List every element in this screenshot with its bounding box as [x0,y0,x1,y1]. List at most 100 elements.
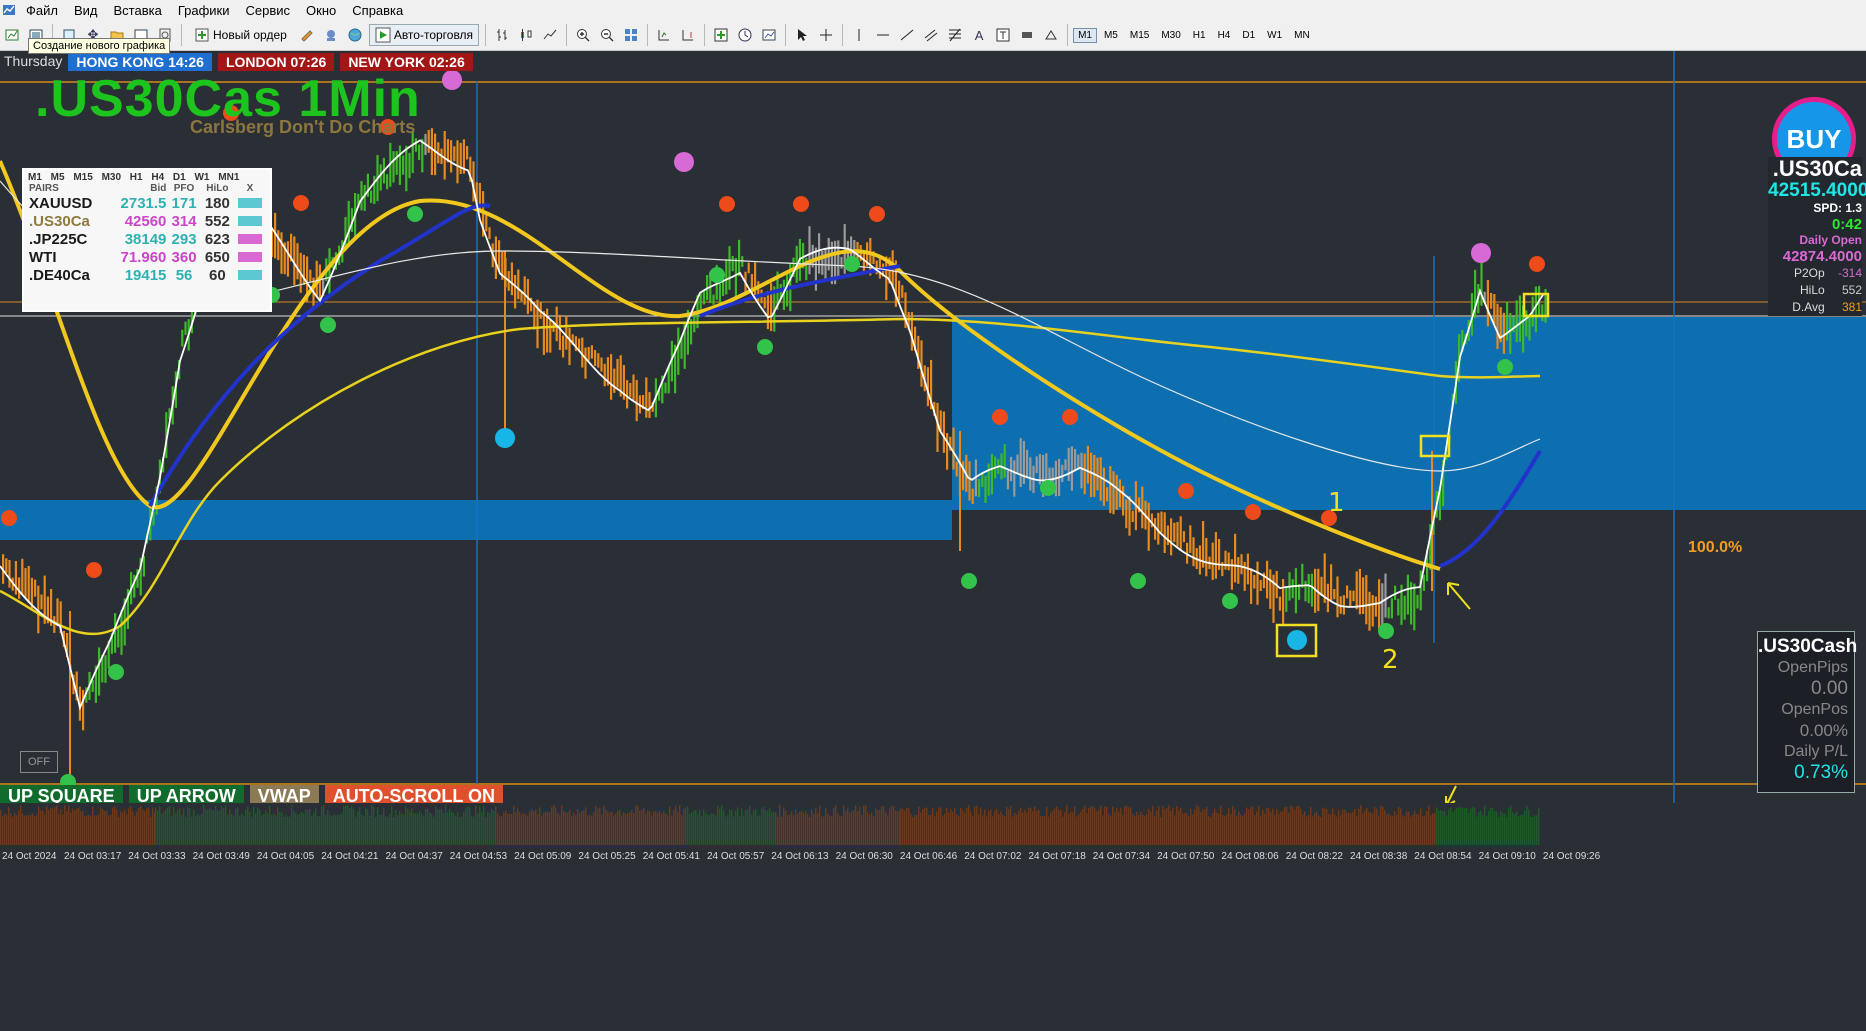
menu-file[interactable]: Файл [18,3,66,18]
auto-scroll-icon[interactable] [677,24,699,46]
arrows-icon[interactable] [1016,24,1038,46]
menu-insert[interactable]: Вставка [106,3,170,18]
pair-pfo: 171 [171,195,197,212]
momentum-bar [263,813,265,845]
momentum-bar [873,816,875,845]
signals-icon[interactable] [320,24,342,46]
chart-shift-icon[interactable] [653,24,675,46]
timeframe-m15[interactable]: M15 [1125,28,1154,43]
price-bar [984,475,987,503]
price-bar [1214,532,1217,579]
price-bar [1170,518,1173,556]
momentum-bar [46,805,48,845]
momentum-bar [1086,813,1088,846]
position-symbol: .US30Cash [1758,636,1858,657]
off-button[interactable]: OFF [20,751,58,773]
momentum-bar [1330,814,1332,846]
price-bar [1259,579,1262,591]
menu-view[interactable]: Вид [66,3,106,18]
price-bar [1179,516,1182,552]
price-bar [1515,300,1518,343]
price-bar [1102,467,1105,506]
menu-charts[interactable]: Графики [170,3,238,18]
text-label-icon[interactable] [992,24,1014,46]
momentum-bar [1502,813,1504,845]
momentum-bar [102,809,104,846]
timeframe-d1[interactable]: D1 [1237,28,1260,43]
vertical-line-icon[interactable] [848,24,870,46]
momentum-bar [1384,810,1386,846]
momentum-bar [1248,809,1250,846]
globe-icon[interactable] [344,24,366,46]
bar-chart-icon[interactable] [491,24,513,46]
momentum-bar [1118,811,1120,846]
line-chart-icon[interactable] [539,24,561,46]
crosshair-icon[interactable] [815,24,837,46]
tile-windows-icon[interactable] [620,24,642,46]
momentum-bar [1340,815,1342,846]
timeframe-w1[interactable]: W1 [1262,28,1287,43]
pair-signal-swatch [234,249,266,267]
momentum-bar [1000,811,1002,846]
text-icon[interactable]: A [968,24,990,46]
price-bar [363,184,366,211]
momentum-bar [1270,812,1272,845]
momentum-bar [992,816,994,845]
zoom-in-icon[interactable] [572,24,594,46]
templates-icon[interactable] [758,24,780,46]
time-label: 24 Oct 08:54 [1414,851,1472,862]
trendline-icon[interactable] [896,24,918,46]
new-order-button[interactable]: Новый ордер [188,24,293,46]
momentum-bar [1308,814,1310,845]
momentum-bar [401,813,403,845]
momentum-bar [48,809,50,846]
price-bar [955,461,958,477]
horizontal-line-icon[interactable] [872,24,894,46]
timeframe-mn[interactable]: MN [1289,28,1315,43]
auto-trading-button[interactable]: Авто-торговля [368,24,480,46]
price-chart[interactable]: 1 2 Thursday HONG KONG 14:26 LONDON 07:2… [0,51,1866,1031]
momentum-bar [1382,806,1384,845]
price-bar [757,281,760,302]
metaeditor-icon[interactable] [296,24,318,46]
momentum-bar [1134,815,1136,845]
fibonacci-icon[interactable] [944,24,966,46]
time-label: 24 Oct 06:30 [835,851,893,862]
momentum-bar [1306,816,1308,846]
timeframe-m1[interactable]: M1 [1073,27,1097,43]
cursor-icon[interactable] [791,24,813,46]
momentum-bar [721,805,723,845]
level-percent-label: 100.0% [1688,539,1743,556]
timeframe-h4[interactable]: H4 [1213,28,1236,43]
momentum-bar [1094,808,1096,846]
indicators-icon[interactable] [710,24,732,46]
menu-help[interactable]: Справка [344,3,411,18]
timeframe-m30[interactable]: M30 [1156,28,1185,43]
momentum-bar [1202,809,1204,846]
momentum-bar [42,810,44,846]
momentum-bar [173,807,175,845]
timeframe-h1[interactable]: H1 [1188,28,1211,43]
momentum-bar [1442,811,1444,846]
momentum-bar [381,814,383,845]
timeframe-m5[interactable]: M5 [1099,28,1123,43]
price-bar [1064,459,1067,471]
momentum-bar [1196,805,1198,846]
candlestick-icon[interactable] [515,24,537,46]
channel-icon[interactable] [920,24,942,46]
momentum-bar [559,815,561,845]
chart-canvas[interactable]: 1 2 [0,51,1866,831]
menu-service[interactable]: Сервис [238,3,299,18]
momentum-bar [980,807,982,845]
shapes-icon[interactable] [1040,24,1062,46]
price-bar [1541,304,1544,322]
price-bar [456,140,459,184]
zoom-out-icon[interactable] [596,24,618,46]
new-chart-icon[interactable] [1,24,23,46]
momentum-bar [281,812,283,846]
menu-window[interactable]: Окно [298,3,344,18]
periods-icon[interactable] [734,24,756,46]
price-bar [1496,303,1499,349]
momentum-bar [1184,812,1186,845]
momentum-bar [1344,809,1346,845]
